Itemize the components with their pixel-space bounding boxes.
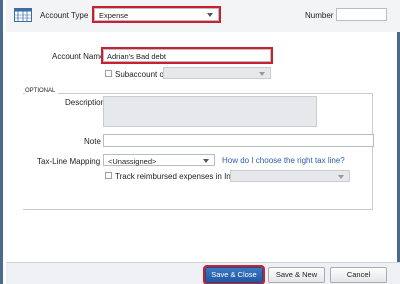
chevron-down-icon [207,13,213,17]
chevron-down-icon [259,72,265,76]
description-textarea[interactable] [103,96,317,127]
number-input[interactable] [336,8,387,21]
subaccount-checkbox[interactable] [105,70,112,77]
note-input[interactable] [103,134,374,147]
chevron-down-icon [338,175,344,179]
button-bar: Save & Close Save & New Cancel [6,262,400,284]
new-account-dialog: Account Type Expense Number Account Name… [0,0,400,284]
subaccount-label: Subaccount of [115,70,167,79]
account-type-label: Account Type [40,11,89,20]
optional-section-label: OPTIONAL [25,88,59,94]
account-type-value: Expense [99,11,129,20]
income-account-select[interactable] [230,170,350,182]
number-label: Number [305,11,334,20]
cancel-button[interactable]: Cancel [330,267,387,283]
save-new-button[interactable]: Save & New [268,267,325,283]
account-type-bar: Account Type Expense Number [6,0,400,32]
description-label: Description [65,98,106,107]
account-ledger-icon [14,8,32,22]
tax-help-link[interactable]: How do I choose the right tax line? [222,156,345,165]
track-reimbursed-checkbox[interactable] [105,172,112,179]
tax-line-select[interactable]: <Unassigned> [103,154,215,166]
account-name-input[interactable]: Adrian's Bad debt [101,47,273,64]
tax-line-label: Tax-Line Mapping [37,157,101,166]
account-type-select[interactable]: Expense [92,6,221,23]
tax-line-value: <Unassigned> [108,157,157,166]
subaccount-select[interactable] [163,67,271,79]
save-close-button[interactable]: Save & Close [203,265,265,284]
chevron-down-icon [203,159,209,163]
note-label: Note [84,137,101,146]
account-name-label: Account Name [52,52,105,61]
